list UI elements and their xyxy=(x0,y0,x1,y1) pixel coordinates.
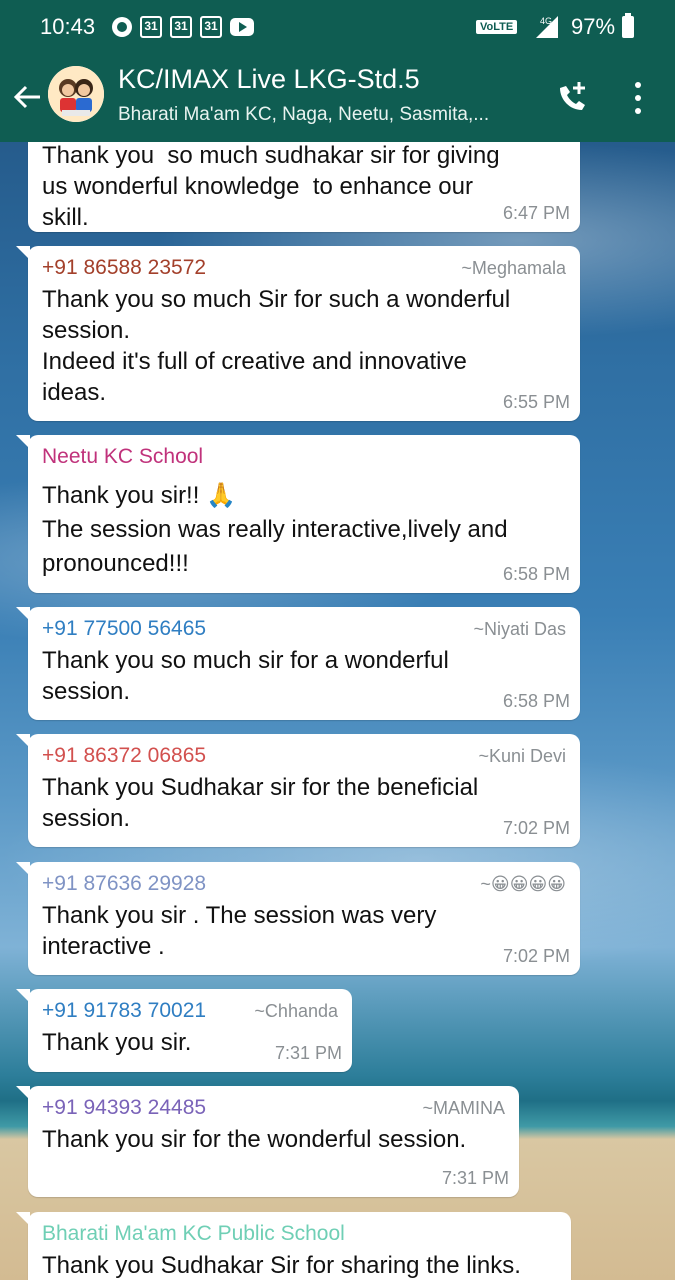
calendar-icon: 31 xyxy=(140,16,162,38)
message-alias: ~Chhanda xyxy=(254,1001,338,1021)
message-text: Thank you sir!! 🙏 The session was really… xyxy=(42,482,508,577)
group-avatar[interactable] xyxy=(48,66,104,122)
youtube-icon xyxy=(230,18,254,36)
battery-percent: 97% xyxy=(571,14,616,39)
message-alias: ~Niyati Das xyxy=(473,619,566,639)
message-list: Thank you so much sudhakar sir for givin… xyxy=(0,142,675,1280)
group-title[interactable]: KC/IMAX Live LKG-Std.5 xyxy=(118,64,420,95)
message-text: Thank you sir for the wonderful session. xyxy=(42,1126,467,1153)
calendar-icon: 31 xyxy=(200,16,222,38)
message-alias: ~Meghamala xyxy=(461,258,566,278)
chat-header: KC/IMAX Live LKG-Std.5 Bharati Ma'am KC,… xyxy=(0,52,675,142)
message-bubble[interactable]: +91 91783 70021 ~Chhanda Thank you sir. … xyxy=(16,989,352,1072)
message-sender[interactable]: +91 87636 29928 xyxy=(42,872,206,896)
battery-icon xyxy=(622,13,634,38)
message-time: 7:02 PM xyxy=(502,946,570,966)
settings-notification-icon xyxy=(112,17,132,37)
message-time: 6:55 PM xyxy=(502,392,570,412)
message-time: 7:31 PM xyxy=(441,1168,509,1188)
message-time: 7:31 PM xyxy=(274,1043,342,1063)
message-sender[interactable]: +91 86372 06865 xyxy=(42,744,206,768)
message-time: 6:58 PM xyxy=(502,691,570,711)
message-text: Thank you so much sudhakar sir for givin… xyxy=(42,142,500,231)
message-sender[interactable]: +91 86588 23572 xyxy=(42,256,206,280)
status-bar: 10:43 31 31 31 VoLTE 4G 97% xyxy=(0,0,675,52)
message-sender[interactable]: Bharati Ma'am KC Public School xyxy=(42,1222,345,1246)
status-time: 10:43 xyxy=(40,14,96,39)
message-text: Thank you so much sir for a wonderful se… xyxy=(42,647,449,705)
message-bubble[interactable]: +91 77500 56465 ~Niyati Das Thank you so… xyxy=(16,607,580,720)
message-sender[interactable]: +91 77500 56465 xyxy=(42,617,206,641)
network-type-label: 4G xyxy=(540,16,552,26)
message-sender[interactable]: Neetu KC School xyxy=(42,445,203,469)
message-alias: ~😀😀😀😀 xyxy=(480,874,566,894)
message-bubble[interactable]: Thank you so much sudhakar sir for givin… xyxy=(28,142,580,232)
more-options-icon[interactable] xyxy=(630,78,646,118)
notification-icons: 31 31 31 xyxy=(112,16,254,38)
message-alias: ~Kuni Devi xyxy=(478,746,566,766)
message-bubble[interactable]: Neetu KC School Thank you sir!! 🙏 The se… xyxy=(16,435,580,593)
message-alias: ~MAMINA xyxy=(422,1098,505,1118)
message-time: 6:47 PM xyxy=(502,203,570,223)
message-sender[interactable]: +91 94393 24485 xyxy=(42,1096,206,1120)
message-bubble[interactable]: Bharati Ma'am KC Public School Thank you… xyxy=(16,1212,571,1280)
message-text: Thank you so much Sir for such a wonderf… xyxy=(42,286,511,406)
message-text: Thank you Sudhakar Sir for sharing the l… xyxy=(42,1252,521,1279)
message-bubble[interactable]: +91 86588 23572 ~Meghamala Thank you so … xyxy=(16,246,580,421)
calendar-icon: 31 xyxy=(170,16,192,38)
message-time: 6:58 PM xyxy=(502,564,570,584)
message-bubble[interactable]: +91 87636 29928 ~😀😀😀😀 Thank you sir . Th… xyxy=(16,862,580,975)
message-bubble[interactable]: +91 86372 06865 ~Kuni Devi Thank you Sud… xyxy=(16,734,580,847)
add-call-icon[interactable] xyxy=(552,78,592,118)
message-sender[interactable]: +91 91783 70021 xyxy=(42,999,206,1023)
signal-icon: 4G xyxy=(536,16,558,38)
back-arrow-icon[interactable] xyxy=(10,80,44,114)
volte-badge: VoLTE xyxy=(476,20,518,34)
group-members[interactable]: Bharati Ma'am KC, Naga, Neetu, Sasmita,.… xyxy=(118,104,528,126)
message-time: 7:02 PM xyxy=(502,818,570,838)
message-text: Thank you Sudhakar sir for the beneficia… xyxy=(42,774,479,832)
message-bubble[interactable]: +91 94393 24485 ~MAMINA Thank you sir fo… xyxy=(16,1086,519,1197)
message-text: Thank you sir . The session was very int… xyxy=(42,902,437,960)
